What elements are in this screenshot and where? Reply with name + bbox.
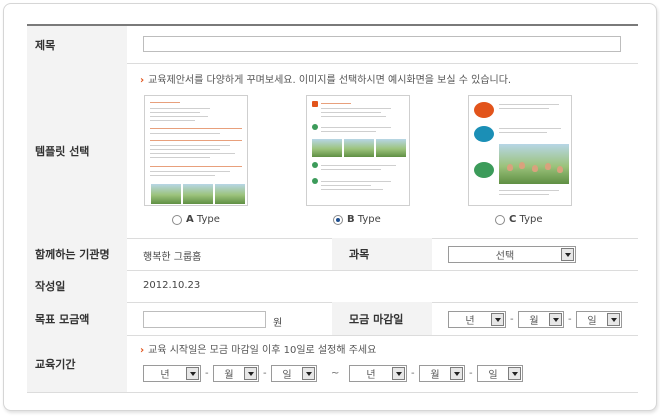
subject-cell: 선택 bbox=[432, 238, 638, 270]
template-notice-text: 교육제안서를 다양하게 꾸며보세요. 이미지를 선택하시면 예시화면을 보실 수… bbox=[148, 75, 512, 86]
chevron-down-icon[interactable] bbox=[392, 367, 405, 380]
chevron-down-icon[interactable] bbox=[561, 248, 574, 261]
chevron-down-icon[interactable] bbox=[549, 313, 562, 326]
period-end-month-value: 월 bbox=[430, 370, 440, 381]
date-separator: - bbox=[411, 368, 415, 379]
period-start-year-select[interactable]: 년 bbox=[143, 365, 201, 382]
template-c-radio[interactable] bbox=[495, 215, 505, 225]
period-separator: ~ bbox=[331, 368, 340, 379]
period-end-day-value: 일 bbox=[488, 370, 498, 381]
template-notice: › 교육제안서를 다양하게 꾸며보세요. 이미지를 선택하시면 예시화면을 보실 … bbox=[140, 71, 511, 86]
title-cell bbox=[127, 26, 638, 63]
title-label: 제목 bbox=[27, 26, 127, 63]
deadline-label: 모금 마감일 bbox=[332, 302, 432, 335]
partner-name-text: 행복한 그룹홈 bbox=[143, 252, 202, 263]
period-end-year-select[interactable]: 년 bbox=[349, 365, 407, 382]
form-panel: 제목 템플릿 선택 › 교육제안서를 다양하게 꾸며보세요. 이미지를 선택하시면… bbox=[3, 3, 657, 411]
template-b-label: B Type bbox=[347, 214, 381, 225]
row-period: 교육기간 › 교육 시작일은 모금 마감일 이후 10일로 설정해 주세요 년 -… bbox=[27, 335, 638, 393]
template-cell: › 교육제안서를 다양하게 꾸며보세요. 이미지를 선택하시면 예시화면을 보실 … bbox=[127, 63, 638, 238]
date-separator: - bbox=[568, 314, 572, 325]
chevron-down-icon[interactable] bbox=[450, 367, 463, 380]
period-end-year-value: 년 bbox=[366, 370, 376, 381]
partner-value: 행복한 그룹홈 bbox=[127, 238, 332, 270]
chevron-down-icon[interactable] bbox=[607, 313, 620, 326]
date-cell: 2012.10.23 bbox=[127, 270, 638, 302]
proposal-form-table: 제목 템플릿 선택 › 교육제안서를 다양하게 꾸며보세요. 이미지를 선택하시면… bbox=[27, 24, 638, 393]
subject-select[interactable]: 선택 bbox=[448, 246, 576, 263]
date-separator: - bbox=[469, 368, 473, 379]
row-goal: 목표 모금액 원 모금 마감일 년 - 월 - 일 bbox=[27, 302, 638, 336]
period-notice: › 교육 시작일은 모금 마감일 이후 10일로 설정해 주세요 bbox=[140, 341, 376, 356]
template-a-thumbnail[interactable] bbox=[144, 95, 248, 206]
deadline-cell: 년 - 월 - 일 bbox=[432, 302, 638, 335]
period-cell: › 교육 시작일은 모금 마감일 이후 10일로 설정해 주세요 년 - 월 - … bbox=[127, 335, 638, 392]
row-date: 작성일 2012.10.23 bbox=[27, 270, 638, 303]
goal-cell: 원 bbox=[127, 302, 332, 335]
template-a-label: A Type bbox=[186, 214, 220, 225]
row-partner: 함께하는 기관명 행복한 그룹홈 과목 선택 bbox=[27, 238, 638, 271]
period-start-month-select[interactable]: 월 bbox=[213, 365, 259, 382]
chevron-down-icon[interactable] bbox=[244, 367, 257, 380]
date-separator: - bbox=[510, 314, 514, 325]
period-notice-text: 교육 시작일은 모금 마감일 이후 10일로 설정해 주세요 bbox=[148, 345, 377, 356]
date-separator: - bbox=[263, 368, 267, 379]
chevron-down-icon[interactable] bbox=[508, 367, 521, 380]
deadline-month-select[interactable]: 월 bbox=[518, 311, 564, 328]
subject-select-value: 선택 bbox=[495, 251, 515, 262]
notice-arrow-icon: › bbox=[140, 345, 145, 356]
deadline-month-value: 월 bbox=[529, 316, 539, 327]
template-b-radio[interactable] bbox=[333, 215, 343, 225]
template-c-thumbnail[interactable] bbox=[468, 95, 572, 206]
deadline-day-select[interactable]: 일 bbox=[576, 311, 622, 328]
date-label: 작성일 bbox=[27, 270, 127, 302]
date-value: 2012.10.23 bbox=[143, 280, 201, 291]
date-separator: - bbox=[205, 368, 209, 379]
template-label: 템플릿 선택 bbox=[27, 63, 127, 238]
period-label: 교육기간 bbox=[27, 335, 127, 392]
deadline-year-value: 년 bbox=[465, 316, 475, 327]
period-end-month-select[interactable]: 월 bbox=[419, 365, 465, 382]
goal-unit: 원 bbox=[273, 318, 283, 329]
template-b-thumbnail[interactable] bbox=[306, 95, 410, 206]
template-c-label: C Type bbox=[509, 214, 543, 225]
period-start-day-select[interactable]: 일 bbox=[271, 365, 317, 382]
goal-amount-input[interactable] bbox=[143, 311, 266, 328]
deadline-year-select[interactable]: 년 bbox=[448, 311, 506, 328]
chevron-down-icon[interactable] bbox=[491, 313, 504, 326]
chevron-down-icon[interactable] bbox=[186, 367, 199, 380]
period-start-day-value: 일 bbox=[282, 370, 292, 381]
period-start-year-value: 년 bbox=[160, 370, 170, 381]
notice-arrow-icon: › bbox=[140, 75, 145, 86]
goal-label: 목표 모금액 bbox=[27, 302, 127, 335]
partner-label: 함께하는 기관명 bbox=[27, 238, 127, 270]
row-template: 템플릿 선택 › 교육제안서를 다양하게 꾸며보세요. 이미지를 선택하시면 예시… bbox=[27, 63, 638, 239]
period-start-month-value: 월 bbox=[224, 370, 234, 381]
deadline-day-value: 일 bbox=[587, 316, 597, 327]
period-end-day-select[interactable]: 일 bbox=[477, 365, 523, 382]
subject-label: 과목 bbox=[332, 238, 432, 270]
template-a-radio[interactable] bbox=[172, 215, 182, 225]
row-title: 제목 bbox=[27, 26, 638, 64]
chevron-down-icon[interactable] bbox=[302, 367, 315, 380]
title-input[interactable] bbox=[143, 36, 621, 52]
